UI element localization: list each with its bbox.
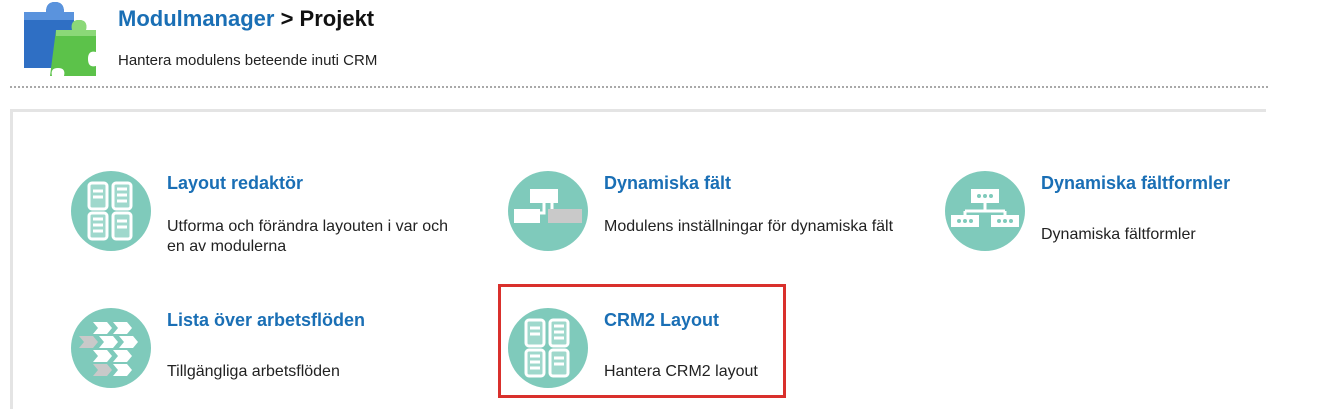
tile-title[interactable]: Lista över arbetsflöden [167, 310, 365, 331]
layout-grid-icon [508, 308, 588, 388]
breadcrumb-separator: > [274, 6, 300, 31]
breadcrumb-modulmanager-link[interactable]: Modulmanager [118, 6, 274, 31]
dynamic-fields-icon [508, 171, 588, 251]
header-divider [10, 86, 1268, 88]
tile-title[interactable]: Dynamiska fält [604, 173, 731, 194]
tile-description: Tillgängliga arbetsflöden [167, 363, 340, 380]
tile-title[interactable]: Layout redaktör [167, 173, 303, 194]
page-header: Modulmanager > Projekt Hantera modulens … [0, 0, 1317, 90]
tile-layout-redaktor[interactable]: Layout redaktör Utforma och förändra lay… [71, 171, 491, 281]
tile-dynamiska-faltformler[interactable]: Dynamiska fältformler Dynamiska fältform… [945, 171, 1317, 281]
page-subtitle: Hantera modulens beteende inuti CRM [118, 52, 378, 69]
field-formula-icon [945, 171, 1025, 251]
tile-description: Utforma och förändra layouten i var och … [167, 218, 449, 255]
tile-lista-over-arbetsfloden[interactable]: Lista över arbetsflöden Tillgängliga arb… [71, 308, 491, 418]
tile-title[interactable]: Dynamiska fältformler [1041, 173, 1230, 194]
workflow-arrows-icon [71, 308, 151, 388]
page-title: Modulmanager > Projekt [118, 6, 374, 32]
tile-title[interactable]: CRM2 Layout [604, 310, 719, 331]
tile-description: Modulens inställningar för dynamiska fäl… [604, 218, 894, 235]
tile-description: Dynamiska fältformler [1041, 226, 1196, 243]
puzzle-icon [16, 2, 98, 76]
layout-grid-icon [71, 171, 151, 251]
tile-description: Hantera CRM2 layout [604, 363, 758, 380]
breadcrumb-current: Projekt [299, 6, 375, 31]
tile-crm2-layout[interactable]: CRM2 Layout Hantera CRM2 layout [508, 308, 778, 418]
tile-dynamiska-falt[interactable]: Dynamiska fält Modulens inställningar fö… [508, 171, 928, 281]
